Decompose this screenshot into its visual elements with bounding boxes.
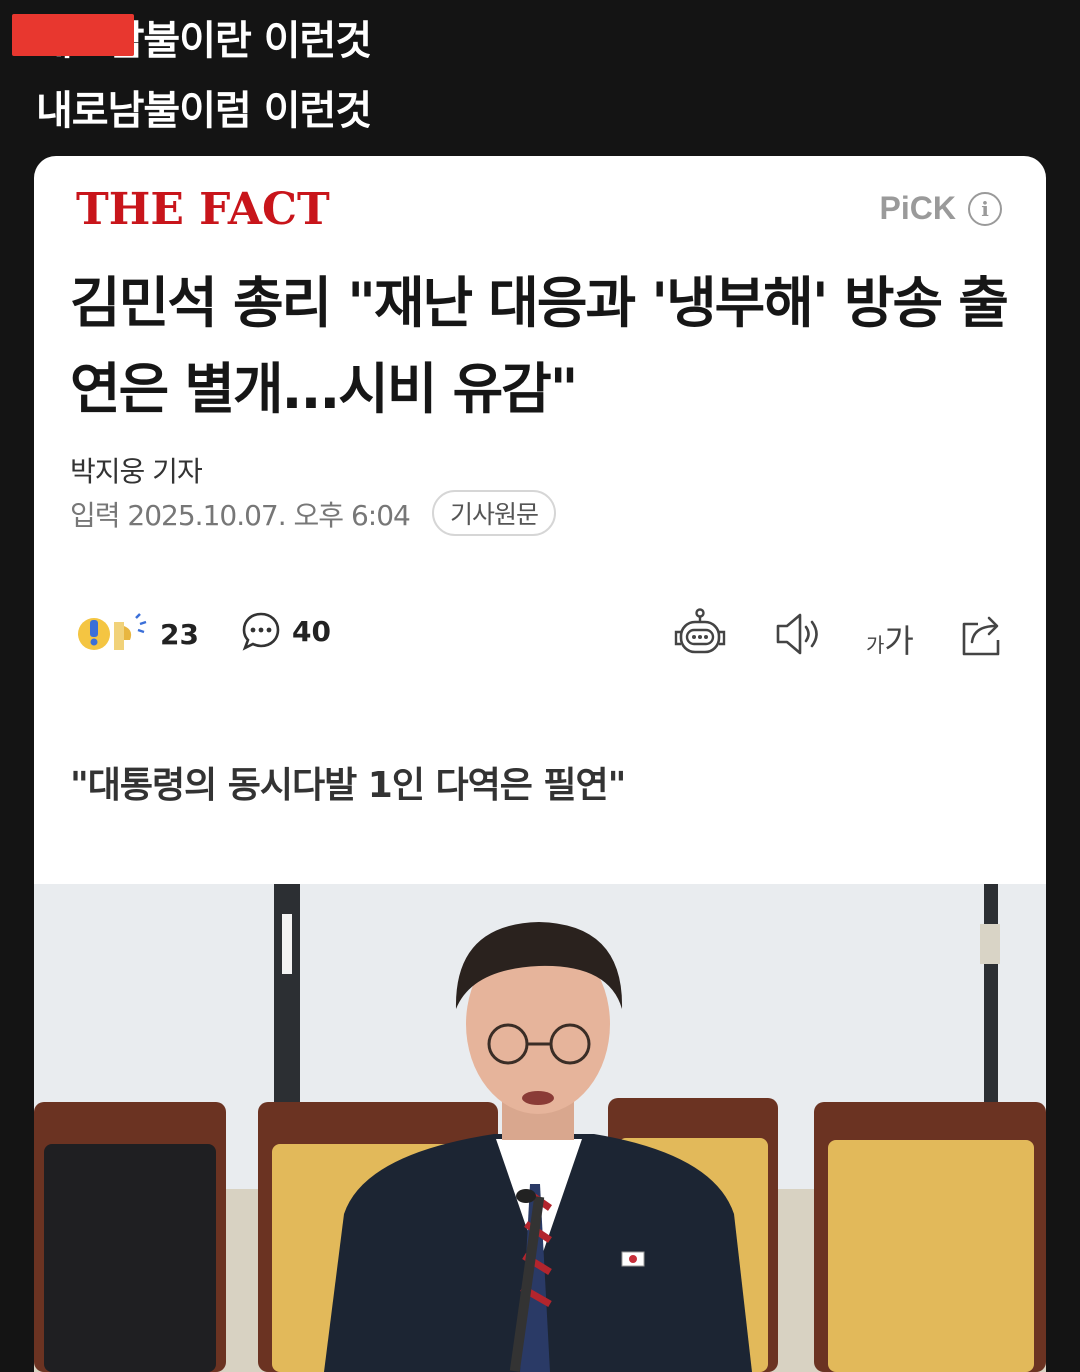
redaction-sticker	[12, 14, 134, 56]
publish-date: 입력 2025.10.07. 오후 6:04	[70, 499, 411, 532]
comment-icon	[242, 612, 280, 651]
article-subheadline: "대통령의 동시다발 1인 다역은 필연"	[70, 765, 626, 806]
reaction-count: 23	[160, 617, 199, 651]
font-size-small: 가	[866, 633, 885, 657]
article-card[interactable]: THE FACT PiCK i 김민석 총리 "재난 대응과 '냉부해' 방송 …	[34, 156, 1046, 1372]
article-headline: 김민석 총리 "재난 대응과 '냉부해' 방송 출연은 별개...시비 유감"	[70, 271, 1009, 421]
pick-badge[interactable]: PiCK i	[880, 190, 1002, 227]
pick-label: PiCK	[879, 190, 956, 226]
article-photo[interactable]	[34, 884, 1046, 1372]
reaction-button[interactable]: 23	[76, 612, 199, 656]
font-size-icon[interactable]: 가가	[866, 616, 914, 662]
robot-summary-icon[interactable]	[672, 608, 728, 660]
info-icon[interactable]: i	[968, 191, 1002, 226]
comment-count: 40	[292, 614, 331, 648]
reporter-name[interactable]: 박지웅 기자	[70, 450, 203, 490]
reaction-icon	[78, 613, 147, 650]
post-text-line-2: 내로남불이럼 이런것	[36, 88, 372, 134]
original-article-button[interactable]: 기사원문	[432, 490, 557, 536]
font-size-large: 가	[884, 622, 914, 660]
speaker-icon[interactable]	[774, 608, 822, 660]
share-icon[interactable]	[958, 608, 1006, 660]
comment-button[interactable]: 40	[240, 610, 331, 652]
brand-logo[interactable]: THE FACT	[76, 184, 330, 235]
